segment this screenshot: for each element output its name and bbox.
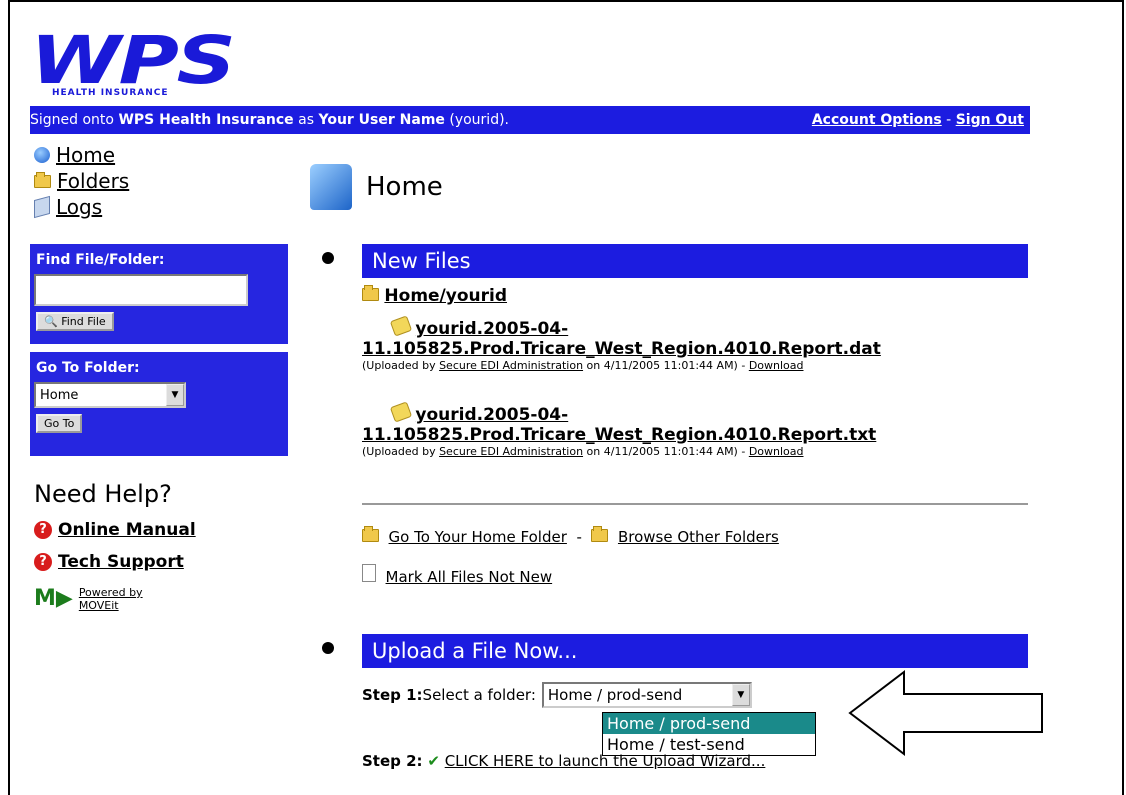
file-name-link-cont[interactable]: 11.105825.Prod.Tricare_West_Region.4010.… (362, 339, 881, 359)
user-name: Your User Name (318, 112, 445, 128)
divider (362, 503, 1028, 505)
mark-not-new-link[interactable]: Mark All Files Not New (386, 568, 553, 586)
signed-mid: as (293, 112, 319, 128)
folder-icon (34, 171, 51, 188)
help-question-icon: ? (34, 521, 52, 539)
chevron-down-icon[interactable]: ▼ (731, 684, 750, 706)
account-options-link[interactable]: Account Options (812, 112, 942, 128)
logo-text: WPS (30, 22, 236, 99)
help-manual-row[interactable]: ? Online Manual (34, 520, 196, 540)
mark-row: Mark All Files Not New (362, 564, 552, 586)
file-name-link[interactable]: yourid.2005-04- (415, 405, 568, 425)
find-button-label: Find File (61, 315, 106, 328)
nav-logs-link[interactable]: Logs (56, 194, 102, 220)
nav-item-home[interactable]: Home (34, 142, 129, 168)
logs-icon (34, 195, 50, 219)
file-name-link[interactable]: yourid.2005-04- (415, 319, 568, 339)
bullet (322, 252, 334, 264)
upload-selected: Home / prod-send (547, 686, 683, 704)
home-icon (310, 164, 352, 210)
upload-header: Upload a File Now... (362, 634, 1028, 668)
signed-prefix: Signed onto (30, 112, 119, 128)
company-name: WPS Health Insurance (118, 112, 294, 128)
moveit-link[interactable]: MOVEit (79, 599, 119, 612)
need-help-heading: Need Help? (34, 480, 172, 508)
browse-folders-link[interactable]: Browse Other Folders (618, 528, 779, 546)
folder-icon (362, 285, 379, 301)
checkmark-icon: ✔ (427, 752, 440, 770)
signed-on-bar: Signed onto WPS Health Insurance as Your… (30, 106, 1030, 134)
logo-subtitle: HEALTH INSURANCE (50, 88, 171, 98)
upload-prefix: (Uploaded by (362, 359, 440, 372)
upload-wizard-link[interactable]: CLICK HERE to launch the Upload Wizard..… (445, 752, 766, 770)
sign-out-link[interactable]: Sign Out (956, 112, 1024, 128)
uploader-link[interactable]: Secure EDI Administration (439, 445, 583, 458)
folder-actions: Go To Your Home Folder - Browse Other Fo… (362, 526, 779, 546)
folder-icon (362, 526, 379, 542)
goto-folder-select[interactable]: Home ▼ (34, 382, 186, 408)
online-manual-link[interactable]: Online Manual (58, 520, 196, 540)
help-question-icon: ? (34, 553, 52, 571)
goto-panel: Go To Folder: Home ▼ Go To (30, 352, 288, 456)
moveit-logo-icon: M▶ (34, 586, 73, 611)
upload-folder-select[interactable]: Home / prod-send ▼ (541, 682, 752, 708)
bullet (322, 642, 334, 654)
upload-prefix: (Uploaded by (362, 445, 440, 458)
nav-folders-link[interactable]: Folders (57, 168, 129, 194)
tech-support-link[interactable]: Tech Support (58, 552, 184, 572)
page-title-text: Home (366, 172, 443, 202)
goto-button-label: Go To (44, 417, 75, 430)
go-home-folder-link[interactable]: Go To Your Home Folder (389, 528, 567, 546)
file-upload-info: (Uploaded by Secure EDI Administration o… (362, 359, 881, 372)
goto-selected: Home (40, 387, 79, 403)
home-yourid-link[interactable]: Home/yourid (384, 286, 507, 306)
folder-icon (591, 526, 609, 542)
page-icon (362, 564, 376, 582)
find-file-button[interactable]: 🔍 Find File (36, 312, 114, 331)
find-label: Find File/Folder: (36, 252, 165, 268)
nav-item-folders[interactable]: Folders (34, 168, 129, 194)
goto-button[interactable]: Go To (36, 414, 83, 433)
powered-by-link[interactable]: Powered by (79, 586, 143, 599)
file-name-link-cont[interactable]: 11.105825.Prod.Tricare_West_Region.4010.… (362, 425, 876, 445)
nav-home-link[interactable]: Home (56, 142, 115, 168)
file-entry: yourid.2005-04- 11.105825.Prod.Tricare_W… (362, 315, 881, 372)
left-arrow-annotation-icon (848, 669, 1043, 757)
file-icon (389, 315, 413, 337)
powered-text[interactable]: Powered by MOVEit (79, 586, 143, 612)
new-files-folder-row[interactable]: Home/yourid (362, 285, 507, 306)
file-icon (389, 401, 413, 423)
chevron-down-icon[interactable]: ▼ (166, 384, 184, 406)
step2-row: Step 2: ✔ CLICK HERE to launch the Uploa… (362, 752, 765, 770)
home-globe-icon (34, 147, 50, 163)
file-entry: yourid.2005-04- 11.105825.Prod.Tricare_W… (362, 401, 876, 458)
find-input[interactable] (34, 274, 248, 306)
download-link[interactable]: Download (749, 359, 804, 372)
help-support-row[interactable]: ? Tech Support (34, 552, 184, 572)
upload-time: on 4/11/2005 11:01:44 AM) - (583, 359, 749, 372)
goto-label: Go To Folder: (36, 360, 140, 376)
link-separator: - (941, 112, 956, 128)
file-upload-info: (Uploaded by Secure EDI Administration o… (362, 445, 876, 458)
step1-label: Step 1: (362, 686, 423, 704)
folder-dropdown-list: Home / prod-send Home / test-send (602, 712, 816, 756)
powered-by: M▶ Powered by MOVEit (34, 586, 143, 612)
find-panel: Find File/Folder: 🔍 Find File (30, 244, 288, 344)
step1-row: Step 1: Select a folder: Home / prod-sen… (362, 682, 752, 708)
download-link[interactable]: Download (749, 445, 804, 458)
separator: - (576, 528, 582, 546)
nav-item-logs[interactable]: Logs (34, 194, 129, 220)
uploader-link[interactable]: Secure EDI Administration (439, 359, 583, 372)
page-title: Home (310, 164, 443, 210)
user-id: (yourid). (444, 112, 509, 128)
step1-text: Select a folder: (422, 686, 536, 704)
account-links: Account Options - Sign Out (812, 106, 1024, 134)
new-files-header: New Files (362, 244, 1028, 278)
main-nav: Home Folders Logs (34, 142, 129, 220)
dropdown-option[interactable]: Home / prod-send (603, 713, 815, 734)
upload-time: on 4/11/2005 11:01:44 AM) - (583, 445, 749, 458)
wps-logo: WPS HEALTH INSURANCE (30, 24, 270, 104)
step2-label: Step 2: (362, 752, 423, 770)
